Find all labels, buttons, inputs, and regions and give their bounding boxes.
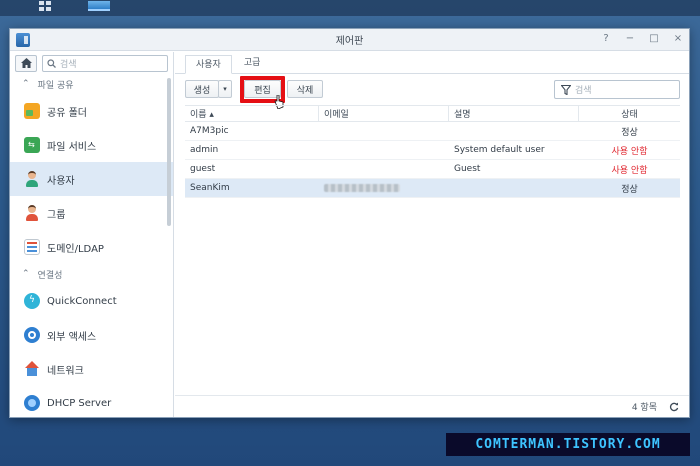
caret-down-icon: ▾: [223, 85, 227, 93]
table-footer: 4 항목: [175, 395, 689, 417]
cell-description: System default user: [454, 145, 545, 155]
sidebar-item-domain-ldap[interactable]: 도메인/LDAP: [10, 230, 173, 264]
cell-description: [449, 122, 579, 140]
sidebar-item-label: 네트워크: [47, 365, 84, 377]
sidebar-item-label: 공유 폴더: [47, 107, 87, 119]
column-header-name[interactable]: 이름 ▴: [185, 106, 319, 121]
cell-status: 사용 안함: [611, 165, 648, 176]
tab-user[interactable]: 사용자: [185, 55, 232, 74]
sidebar-item-label: 그룹: [47, 209, 66, 221]
cell-name: admin: [190, 145, 219, 155]
watermark: COMTERMAN.TISTORY.COM: [446, 433, 690, 456]
search-icon: [47, 58, 56, 68]
section-connectivity[interactable]: ⌃ 연결성: [10, 264, 173, 284]
home-icon: [20, 58, 32, 68]
filter-icon: [561, 84, 571, 95]
cell-status: 정상: [621, 184, 638, 195]
cell-email: [319, 141, 449, 159]
table-row-selected[interactable]: SeanKim 정상: [185, 179, 680, 198]
home-button[interactable]: [15, 54, 37, 72]
main-panel: 사용자 고급 생성 ▾ 편집 삭제 검색 이름 ▴ 이메일 설명 상태 A7M3…: [175, 52, 689, 417]
shared-folder-icon: [24, 103, 40, 119]
create-button[interactable]: 생성: [185, 80, 219, 98]
sidebar-item-quickconnect[interactable]: ϟ QuickConnect: [10, 284, 173, 318]
blurred-email: [324, 184, 400, 192]
file-services-icon: ⇆: [24, 137, 40, 153]
table-row[interactable]: admin System default user 사용 안함: [185, 141, 680, 160]
section-label: 파일 공유: [37, 80, 74, 91]
filter-placeholder: 검색: [575, 86, 592, 96]
sidebar-search-input[interactable]: 검색: [42, 54, 168, 72]
control-panel-window: 제어판 ? − □ × 검색 ⌃ 파일 공유 공유 폴더 ⇆ 파일 서비스 사용…: [9, 28, 690, 418]
group-icon: [24, 205, 40, 221]
sidebar-item-shared-folder[interactable]: 공유 폴더: [10, 94, 173, 128]
refresh-icon[interactable]: [669, 402, 679, 412]
maximize-button[interactable]: □: [649, 33, 659, 45]
sidebar-item-label: DHCP Server: [47, 397, 112, 409]
sidebar-item-dhcp-server[interactable]: DHCP Server: [10, 386, 173, 417]
sidebar: 검색 ⌃ 파일 공유 공유 폴더 ⇆ 파일 서비스 사용자 그룹 도메인/LDA…: [10, 52, 174, 417]
user-icon: [24, 171, 40, 187]
dhcp-server-icon: [24, 395, 40, 411]
cell-status: 정상: [621, 127, 638, 138]
section-label: 연결성: [37, 270, 63, 281]
sidebar-item-user[interactable]: 사용자: [10, 162, 173, 196]
section-file-sharing[interactable]: ⌃ 파일 공유: [10, 74, 173, 94]
sidebar-item-external-access[interactable]: 외부 액세스: [10, 318, 173, 352]
item-count: 4 항목: [631, 403, 657, 413]
cell-email: [319, 122, 449, 140]
cell-name: A7M3pic: [190, 126, 229, 136]
tab-advanced[interactable]: 고급: [234, 54, 271, 73]
table-row[interactable]: A7M3pic 정상: [185, 122, 680, 141]
toolbar: 생성 ▾ 편집 삭제 검색: [175, 74, 689, 109]
filter-search-input[interactable]: 검색: [554, 80, 680, 99]
sidebar-item-label: 사용자: [47, 175, 75, 187]
column-header-description[interactable]: 설명: [449, 106, 579, 121]
sidebar-item-label: 외부 액세스: [47, 331, 97, 343]
main-menu-button[interactable]: [34, 0, 56, 12]
cell-email: [319, 179, 449, 197]
title-bar: 제어판 ? − □ ×: [10, 29, 689, 51]
network-icon: [24, 361, 40, 377]
cell-description: Guest: [454, 164, 481, 174]
cell-name: guest: [190, 164, 216, 174]
external-access-icon: [24, 327, 40, 343]
close-button[interactable]: ×: [673, 33, 683, 45]
sidebar-item-file-services[interactable]: ⇆ 파일 서비스: [10, 128, 173, 162]
chevron-up-icon: ⌃: [22, 269, 30, 279]
tab-bar: 사용자 고급: [175, 52, 689, 74]
cell-email: [319, 160, 449, 178]
control-panel-taskbar-button[interactable]: [88, 0, 110, 12]
column-header-email[interactable]: 이메일: [319, 106, 449, 121]
sidebar-search-placeholder: 검색: [60, 59, 77, 70]
taskbar: [0, 0, 700, 16]
domain-ldap-icon: [24, 239, 40, 255]
cell-description: [449, 179, 579, 197]
table-row[interactable]: guest Guest 사용 안함: [185, 160, 680, 179]
control-panel-taskbar-icon: [88, 1, 110, 11]
chevron-up-icon: ⌃: [22, 79, 30, 89]
table-header: 이름 ▴ 이메일 설명 상태: [185, 105, 680, 122]
sidebar-scrollbar[interactable]: [167, 78, 171, 226]
sidebar-item-label: QuickConnect: [47, 295, 117, 307]
help-button[interactable]: ?: [601, 33, 611, 45]
quickconnect-icon: ϟ: [24, 293, 40, 309]
create-dropdown-button[interactable]: ▾: [218, 80, 232, 98]
window-title: 제어판: [335, 36, 364, 47]
delete-button[interactable]: 삭제: [287, 80, 323, 98]
column-header-status[interactable]: 상태: [579, 106, 680, 121]
cell-status: 사용 안함: [611, 146, 648, 157]
sidebar-item-group[interactable]: 그룹: [10, 196, 173, 230]
cell-name: SeanKim: [190, 183, 230, 193]
sidebar-item-label: 파일 서비스: [47, 141, 97, 153]
minimize-button[interactable]: −: [625, 33, 635, 45]
sidebar-item-network[interactable]: 네트워크: [10, 352, 173, 386]
user-table: 이름 ▴ 이메일 설명 상태 A7M3pic 정상 admin System d…: [185, 105, 680, 198]
sidebar-item-label: 도메인/LDAP: [47, 243, 104, 255]
grid-icon: [39, 1, 51, 11]
